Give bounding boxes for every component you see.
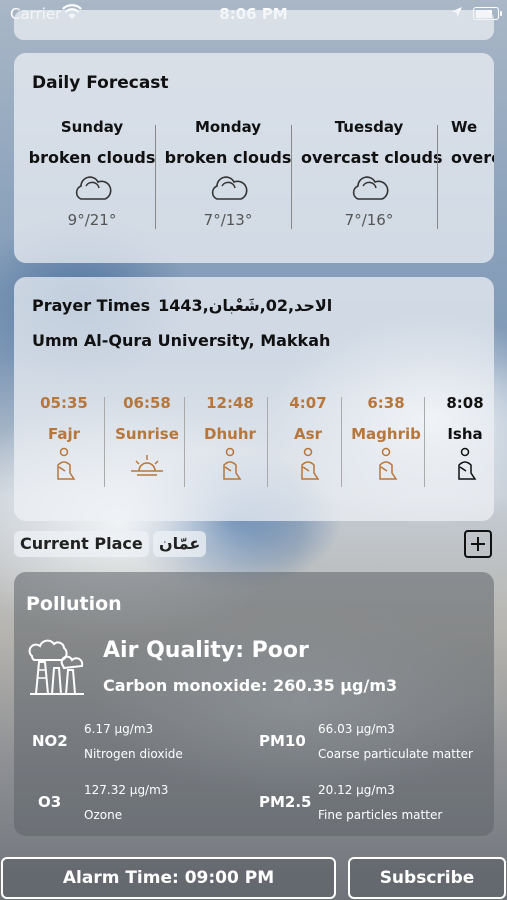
forecast-day-name: Tuesday	[334, 118, 404, 136]
hijri-date: الاحد,02,شَعْبان,1443	[158, 296, 333, 315]
divider	[291, 125, 292, 229]
pollutant-symbol: PM10	[259, 732, 306, 750]
forecast-day-temp: 9°/21°	[67, 211, 117, 229]
prayer-isha: 8:08 Isha	[426, 394, 494, 485]
prayer-sunrise: 06:58 Sunrise	[108, 394, 186, 485]
cloud-icon	[75, 176, 112, 200]
pollutant-value: 6.17 µg/m3	[84, 722, 154, 736]
forecast-day-desc: broken clouds	[28, 148, 156, 167]
air-quality-label: Air Quality: Poor	[103, 638, 309, 663]
prayer-time: 05:35	[40, 394, 88, 412]
divider	[267, 397, 268, 487]
praying-person-icon	[458, 447, 477, 480]
factory-icon	[28, 639, 84, 695]
pollutant-value: 127.32 µg/m3	[84, 783, 169, 797]
daily-forecast-card[interactable]: Daily Forecast Sunday broken clouds 9°/2…	[14, 53, 494, 263]
divider	[184, 397, 185, 487]
forecast-day: Tuesday overcast clouds 7°/16°	[301, 118, 443, 229]
forecast-day-desc: overc	[451, 148, 494, 167]
pollutant-value: 66.03 µg/m3	[318, 722, 395, 736]
main-pollutant-label: Carbon monoxide: 260.35 µg/m3	[103, 676, 398, 695]
prayer-time: 4:07	[289, 394, 327, 412]
forecast-day-name: Sunday	[60, 118, 124, 136]
pollution-title: Pollution	[26, 593, 122, 615]
divider	[437, 125, 438, 229]
prayer-name: Dhuhr	[204, 425, 256, 443]
calculation-method: Umm Al-Qura University, Makkah	[32, 331, 331, 350]
prayer-fajr: 05:35 Fajr	[25, 394, 103, 485]
prayer-maghrib: 6:38 Maghrib	[347, 394, 425, 485]
prayer-dhuhr: 12:48 Dhuhr	[191, 394, 269, 485]
forecast-day: Sunday broken clouds 9°/21°	[24, 118, 160, 229]
praying-person-icon	[223, 447, 242, 480]
divider	[155, 125, 156, 229]
add-place-button[interactable]	[464, 530, 492, 558]
pollutant-symbol: PM2.5	[259, 793, 312, 811]
forecast-day-desc: overcast clouds	[301, 148, 443, 167]
forecast-day-desc: broken clouds	[164, 148, 292, 167]
praying-person-icon	[379, 447, 398, 480]
praying-person-icon	[57, 447, 76, 480]
forecast-day-name: Monday	[194, 118, 262, 136]
divider	[424, 397, 425, 487]
prayer-name: Fajr	[47, 425, 81, 443]
pollutant-symbol: NO2	[32, 732, 68, 750]
pollutant-name: Ozone	[84, 808, 123, 822]
cloud-icon	[211, 176, 248, 200]
prayer-times-title: Prayer Times الاحد,02,شَعْبان,1443	[32, 296, 340, 315]
praying-person-icon	[301, 447, 320, 480]
divider	[104, 397, 105, 487]
forecast-day-name: We	[451, 118, 478, 136]
alarm-time-button[interactable]: Alarm Time: 09:00 PM	[1, 857, 336, 899]
pollutant-name: Nitrogen dioxide	[84, 747, 183, 761]
prayer-times-card[interactable]: Prayer Times الاحد,02,شَعْبان,1443 Umm Al…	[14, 277, 494, 521]
daily-forecast-heading: Daily Forecast	[32, 73, 169, 93]
prayer-time: 8:08	[446, 394, 484, 412]
pollutant-value: 20.12 µg/m3	[318, 783, 395, 797]
prayer-asr: 4:07 Asr	[269, 394, 347, 485]
prayer-time: 12:48	[206, 394, 254, 412]
forecast-day-temp: 7°/13°	[203, 211, 253, 229]
pollutant-name: Fine particles matter	[318, 808, 443, 822]
pollutant-name: Coarse particulate matter	[318, 747, 473, 761]
prayer-name: Maghrib	[351, 425, 421, 443]
forecast-day: Monday broken clouds 7°/13°	[160, 118, 296, 229]
prayer-name: Sunrise	[115, 425, 179, 443]
city-chip[interactable]: عمّان	[153, 531, 207, 557]
subscribe-button[interactable]: Subscribe	[348, 857, 506, 899]
current-place-chip[interactable]: Current Place	[14, 531, 149, 557]
prayer-time: 6:38	[367, 394, 405, 412]
pollution-card: Pollution Air Quality: Poor Carbon monox…	[14, 572, 494, 836]
prayer-name: Isha	[447, 425, 483, 443]
prayer-time: 06:58	[123, 394, 171, 412]
current-weather-card-edge	[14, 10, 494, 40]
prayer-times-label: Prayer Times	[32, 296, 151, 315]
forecast-day: We overc	[451, 118, 494, 167]
sunrise-icon	[131, 455, 163, 476]
cloud-icon	[352, 176, 389, 200]
divider	[341, 397, 342, 487]
prayer-name: Asr	[294, 425, 322, 443]
forecast-day-temp: 7°/16°	[344, 211, 394, 229]
pollutant-symbol: O3	[38, 793, 62, 811]
